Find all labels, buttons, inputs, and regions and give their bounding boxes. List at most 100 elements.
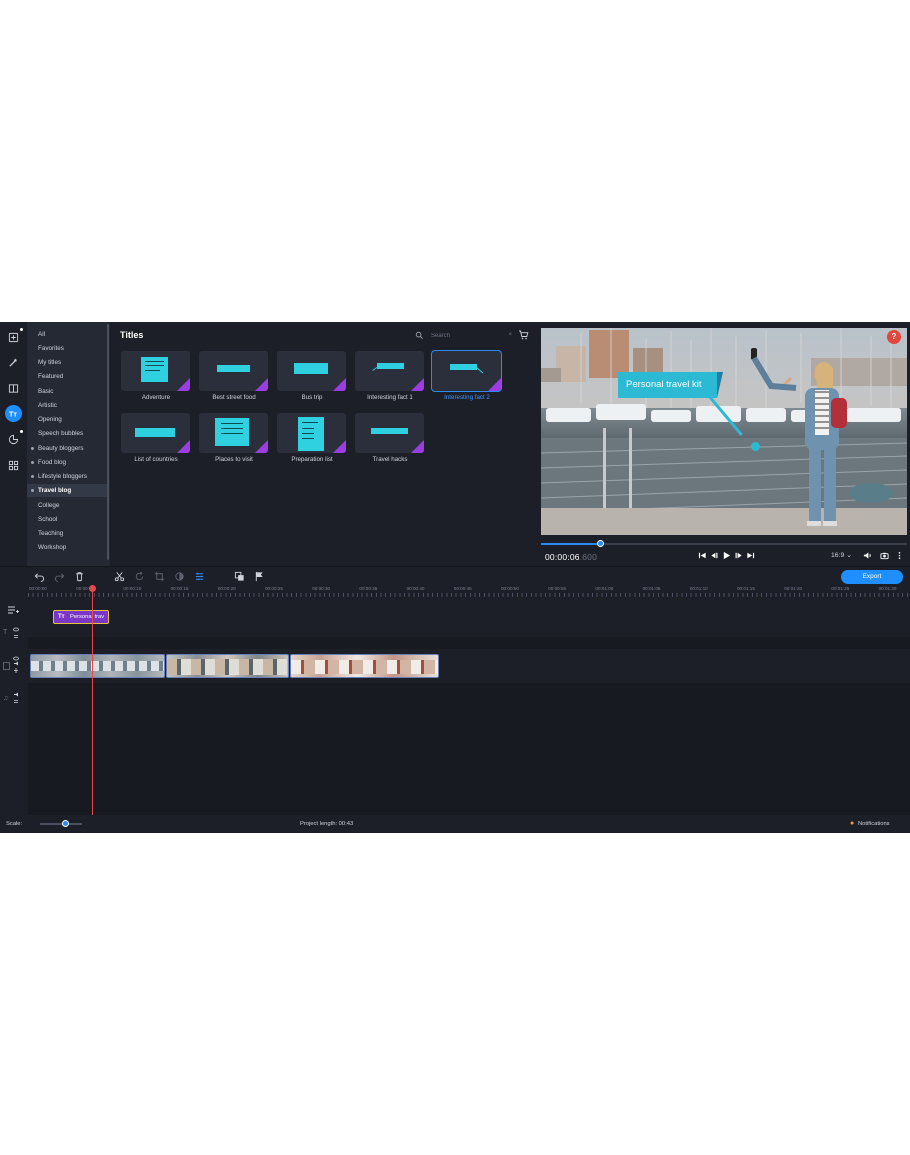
stickers-icon[interactable] [5, 430, 23, 448]
category-item[interactable]: School [27, 513, 108, 526]
undo-icon[interactable] [34, 571, 45, 582]
track-visibility-icon[interactable] [13, 627, 19, 639]
category-item[interactable]: College [27, 499, 108, 512]
video-track-icon [3, 662, 10, 670]
video-clip[interactable] [290, 654, 439, 678]
category-item-selected[interactable]: Travel blog [27, 484, 108, 497]
scale-label: Scale: [6, 821, 23, 827]
notifications-link[interactable]: ● Notifications [850, 820, 890, 827]
playhead-handle[interactable] [89, 585, 96, 592]
search-input[interactable] [431, 329, 501, 342]
title-tile-label: Places to visit [215, 456, 253, 463]
category-item[interactable]: Featured [27, 370, 108, 383]
add-marker-flag-icon[interactable] [254, 571, 265, 582]
title-tile-label: Interesting fact 1 [367, 394, 413, 401]
ruler-time-label: 00:01:00 [595, 586, 614, 591]
redo-icon[interactable] [54, 571, 65, 582]
previous-frame-icon[interactable] [710, 551, 719, 560]
video-frame-image [541, 328, 907, 535]
play-icon[interactable] [722, 551, 731, 560]
magic-wand-icon[interactable] [5, 354, 22, 371]
video-editor-window: Tт All Favorites My titles Featured Basi… [0, 322, 910, 833]
category-item[interactable]: My titles [27, 356, 108, 369]
category-item[interactable]: Speech bubbles [27, 427, 108, 440]
category-label: Teaching [38, 530, 64, 537]
search-box[interactable]: × [415, 329, 512, 342]
snapshot-camera-icon[interactable] [880, 551, 889, 560]
more-options-icon[interactable] [895, 551, 904, 560]
category-item[interactable]: Beauty bloggers [27, 442, 108, 455]
volume-icon[interactable] [863, 551, 872, 560]
category-label: Opening [38, 416, 62, 423]
notifications-label: Notifications [858, 821, 890, 827]
category-item[interactable]: Favorites [27, 342, 108, 355]
audio-track-controls-icon[interactable] [13, 692, 19, 704]
title-tile-label: Adventure [141, 394, 171, 401]
delete-trash-icon[interactable] [74, 571, 85, 582]
help-icon[interactable]: ? [887, 330, 901, 344]
titles-icon[interactable]: Tт [5, 405, 22, 422]
category-item[interactable]: Lifestyle bloggers [27, 470, 108, 483]
title-overlay-pointer-dot[interactable] [751, 442, 760, 451]
title-clip[interactable]: Tт Personal trav [53, 610, 109, 624]
category-item[interactable]: Opening [27, 413, 108, 426]
color-adjust-icon[interactable] [174, 571, 185, 582]
timeline-tracks[interactable]: Tт Personal trav [28, 597, 910, 815]
title-thumbnail [277, 351, 346, 391]
transitions-icon[interactable] [5, 380, 22, 397]
category-label: Lifestyle bloggers [38, 473, 88, 480]
category-item[interactable]: Food blog [27, 456, 108, 469]
video-track-controls-icon[interactable] [13, 656, 19, 674]
category-label: Favorites [38, 345, 64, 352]
title-clip-label: Personal trav [70, 614, 105, 620]
clip-frames [31, 661, 164, 671]
scale-slider-handle[interactable] [62, 820, 69, 827]
category-item[interactable]: All [27, 328, 108, 341]
overlay-icon[interactable] [234, 571, 245, 582]
crop-icon[interactable] [154, 571, 165, 582]
skip-to-end-icon[interactable] [746, 551, 755, 560]
video-preview: Personal travel kit [541, 328, 907, 535]
playhead-line[interactable] [92, 585, 93, 816]
timecode-fraction: .600 [579, 552, 598, 562]
category-item[interactable]: Artistic [27, 399, 108, 412]
status-bar: Scale: Project length: 00:43 ● Notificati… [0, 815, 910, 833]
new-dot-icon [31, 447, 34, 450]
rotate-icon[interactable] [134, 571, 145, 582]
title-tile-label: Interesting fact 2 [444, 394, 490, 401]
playback-progress-bar[interactable] [541, 540, 907, 547]
ruler-time-label: 00:00:20 [217, 586, 236, 591]
playback-progress-handle[interactable] [596, 540, 604, 547]
video-clip[interactable] [30, 654, 165, 678]
add-track-icon[interactable] [8, 606, 19, 614]
import-icon[interactable] [5, 328, 23, 346]
clear-search-icon[interactable]: × [508, 332, 512, 338]
timeline-ruler[interactable]: 00:00:00 00:00:05 00:00:10 00:00:15 00:00:20… [28, 585, 910, 597]
scale-slider[interactable] [40, 823, 82, 825]
more-tools-grid-icon[interactable] [5, 457, 22, 474]
title-thumbnail [199, 351, 268, 391]
next-frame-icon[interactable] [734, 551, 743, 560]
ruler-time-label: 00:00:40 [406, 586, 425, 591]
ruler-time-label: 00:01:30 [878, 586, 897, 591]
category-item[interactable]: Teaching [27, 527, 108, 540]
bell-icon: ● [850, 820, 855, 827]
category-item[interactable]: Basic [27, 385, 108, 398]
category-item[interactable]: Workshop [27, 541, 108, 554]
clip-properties-icon[interactable] [194, 571, 205, 582]
export-button[interactable]: Export [841, 570, 903, 584]
tool-rail: Tт [0, 322, 27, 566]
aspect-ratio-dropdown[interactable]: 16:9 ⌄ [831, 551, 852, 559]
title-tile-label: Best street food [212, 394, 256, 401]
title-thumbnail [199, 413, 268, 453]
search-icon [415, 331, 423, 339]
preview-player: Personal travel kit ? 00:00:06.600 16:9 … [538, 322, 910, 566]
category-scrollbar[interactable] [107, 324, 109, 560]
title-category-list: All Favorites My titles Featured Basic A… [27, 322, 110, 566]
skip-to-start-icon[interactable] [698, 551, 707, 560]
video-title-overlay[interactable]: Personal travel kit [618, 372, 723, 398]
split-scissors-icon[interactable] [114, 571, 125, 582]
video-clip[interactable] [166, 654, 289, 678]
category-label: Food blog [38, 459, 67, 466]
store-cart-icon[interactable] [518, 330, 529, 340]
